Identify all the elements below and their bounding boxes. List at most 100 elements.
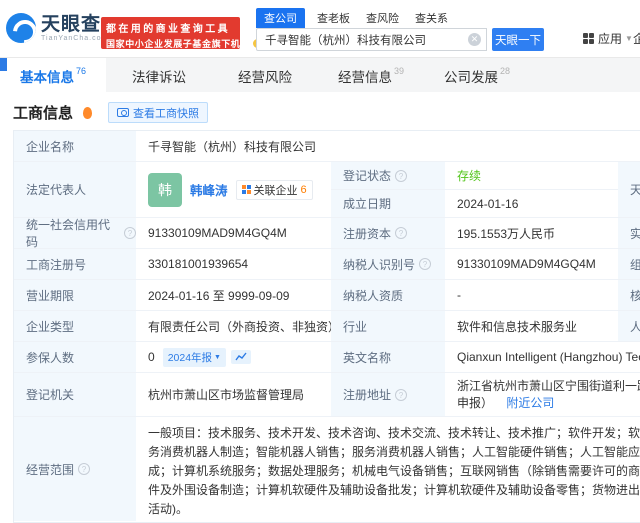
tab-legal-litigation[interactable]: 法律诉讼 xyxy=(106,58,212,93)
business-scope-value: 一般项目：技术服务、技术开发、技术咨询、技术交流、技术转让、技术推广；软件开发；… xyxy=(136,417,640,521)
table-row-company-name: 企业名称 千寻智能（杭州）科技有限公司 xyxy=(14,131,640,162)
business-scope-label: 经营范围 ? xyxy=(14,417,136,521)
clear-search-icon[interactable]: ✕ xyxy=(468,33,481,46)
org-chart-icon xyxy=(241,185,251,194)
table-row-insured-english-name: 参保人数 0 2024年报 ▼ 英文名称 Qianxun Intelligent… xyxy=(14,342,640,373)
registered-capital-text: 注册资本 xyxy=(343,226,392,241)
tab-operation-risk[interactable]: 经营风险 xyxy=(212,58,318,93)
tab-business-info[interactable]: 经营信息 39 xyxy=(318,58,424,93)
tianyancha-logo[interactable]: 天眼查 TianYanCha.com xyxy=(6,13,108,43)
establish-date-label: 成立日期 xyxy=(331,190,445,217)
search-tab-boss[interactable]: 查老板 xyxy=(317,8,350,28)
chevron-down-icon: ▼ xyxy=(625,34,633,43)
registry-authority-label: 登记机关 xyxy=(14,373,136,416)
industry-value: 软件和信息技术服务业 xyxy=(445,311,618,341)
strip-blue-marker xyxy=(0,58,7,71)
registered-address-text: 注册地址 xyxy=(343,388,392,402)
insured-count-value: 0 2024年报 ▼ xyxy=(136,342,331,372)
business-info-card: 工商信息 查看工商快照 企业名称 千寻智能（杭州）科技有限公司 法定代表人 韩 … xyxy=(0,92,640,523)
tab-basic-info[interactable]: 基本信息 76 xyxy=(0,58,106,93)
scope-line-1: 一般项目：技术服务、技术开发、技术咨询、技术交流、技术转让、技术推广；软件开发；… xyxy=(148,426,640,440)
company-type-label: 企业类型 xyxy=(14,311,136,341)
staff-size-label-clipped: 人 xyxy=(618,311,640,341)
tab-basic-info-label: 基本信息 xyxy=(19,69,74,85)
clipped-edge-text: 企 xyxy=(633,32,640,46)
search-tab-company[interactable]: 查公司 xyxy=(256,8,305,28)
banner-line2: 国家中小企业发展子基金旗下机构 xyxy=(106,39,251,49)
banner-line1: 都在用的商业查询工具 xyxy=(106,24,230,35)
view-snapshot-button[interactable]: 查看工商快照 xyxy=(108,102,209,123)
related-companies-count: 6 xyxy=(300,183,307,196)
table-row-credit-code: 统一社会信用代码 ? 91330109MAD9M4GQ4M 注册资本 ? 195… xyxy=(14,218,640,249)
question-icon[interactable]: ? xyxy=(395,227,408,239)
question-icon[interactable]: ? xyxy=(124,227,136,239)
brand-name: 天眼查 xyxy=(41,13,102,35)
nearby-companies-link[interactable]: 附近公司 xyxy=(506,396,554,410)
scope-line-3: 成；计算机系统服务；数据处理服务；机械电气设备销售；互联网销售（除销售需要许可的… xyxy=(148,464,640,478)
registered-address-value: 浙江省杭州市萧山区宁围街道利一路188号天 申报） 附近公司 xyxy=(445,373,640,416)
paid-capital-label-clipped: 实 xyxy=(618,218,640,248)
scope-line-5: 活动)。 xyxy=(148,502,188,516)
registration-number-label: 工商注册号 xyxy=(14,249,136,279)
insured-count-number: 0 xyxy=(148,350,155,364)
english-name-label: 英文名称 xyxy=(331,342,445,372)
table-row-authority-address: 登记机关 杭州市萧山区市场监督管理局 注册地址 ? 浙江省杭州市萧山区宁围街道利… xyxy=(14,373,640,417)
related-companies-badge[interactable]: 关联企业 6 xyxy=(235,179,313,200)
address-line2: 申报） xyxy=(457,395,494,410)
question-icon[interactable]: ? xyxy=(78,463,91,475)
status-badge: 存续 xyxy=(457,169,482,183)
english-name-value: Qianxun Intelligent (Hangzhou) Technolog… xyxy=(445,342,640,372)
registered-address-label: 注册地址 ? xyxy=(331,373,445,416)
registration-status-text: 登记状态 xyxy=(343,169,392,183)
legal-rep-value: 韩 韩峰涛 关联企业 6 xyxy=(136,162,331,217)
search-tab-relation[interactable]: 查关系 xyxy=(415,8,448,28)
line-chart-icon xyxy=(235,352,247,361)
camera-icon xyxy=(117,108,130,117)
insured-count-label: 参保人数 xyxy=(14,342,136,372)
table-row-business-term: 营业期限 2024-01-16 至 9999-09-09 纳税人资质 - 核 xyxy=(14,280,640,311)
chevron-down-icon: ▼ xyxy=(214,353,221,361)
registration-status-value: 存续 xyxy=(445,162,618,189)
tab-business-info-count: 39 xyxy=(393,65,404,76)
registration-status-label: 登记状态 ? xyxy=(331,162,445,189)
legal-rep-label: 法定代表人 xyxy=(14,162,136,217)
search-input[interactable] xyxy=(256,28,487,51)
industry-label: 行业 xyxy=(331,311,445,341)
legal-rep-avatar[interactable]: 韩 xyxy=(148,172,182,207)
table-row-company-type: 企业类型 有限责任公司（外商投资、非独资） 行业 软件和信息技术服务业 人 xyxy=(14,311,640,342)
taxpayer-id-value: 91330109MAD9M4GQ4M xyxy=(445,249,618,279)
tab-company-development-label: 公司发展 xyxy=(443,69,498,85)
address-line1: 浙江省杭州市萧山区宁围街道利一路188号天 xyxy=(457,378,640,393)
annual-report-link[interactable]: 2024年报 ▼ xyxy=(162,347,226,367)
search-button[interactable]: 天眼一下 xyxy=(492,28,544,51)
registry-authority-value: 杭州市萧山区市场监督管理局 xyxy=(136,373,331,416)
registration-number-value: 330181001939654 xyxy=(136,249,331,279)
business-term-value: 2024-01-16 至 9999-09-09 xyxy=(136,280,331,310)
search-tab-risk[interactable]: 查风险 xyxy=(366,8,399,28)
trend-chart-button[interactable] xyxy=(230,350,251,364)
question-icon[interactable]: ? xyxy=(419,258,432,270)
tab-company-development-count: 28 xyxy=(499,65,510,76)
taxpayer-qualification-value: - xyxy=(445,280,618,310)
legal-rep-name-link[interactable]: 韩峰涛 xyxy=(190,180,228,199)
promo-banner: 都在用的商业查询工具 国家中小企业发展子基金旗下机构 xyxy=(101,17,263,49)
company-name-value: 千寻智能（杭州）科技有限公司 xyxy=(136,131,640,161)
table-row-business-scope: 经营范围 ? 一般项目：技术服务、技术开发、技术咨询、技术交流、技术转让、技术推… xyxy=(14,417,640,522)
question-icon[interactable]: ? xyxy=(395,169,408,182)
business-scope-text: 经营范围 xyxy=(26,462,75,477)
table-row-registration-number: 工商注册号 330181001939654 纳税人识别号 ? 91330109M… xyxy=(14,249,640,280)
question-icon[interactable]: ? xyxy=(395,388,408,401)
related-companies-label: 关联企业 xyxy=(253,184,298,197)
taxpayer-id-label: 纳税人识别号 ? xyxy=(331,249,445,279)
company-nav-tabs: 基本信息 76 法律诉讼 经营风险 经营信息 39 公司发展 28 xyxy=(0,57,640,93)
search-tabs: 查公司 查老板 查风险 查关系 xyxy=(256,8,544,28)
taxpayer-id-text: 纳税人识别号 xyxy=(343,257,416,272)
tab-company-development[interactable]: 公司发展 28 xyxy=(424,58,530,93)
apps-label: 应用 xyxy=(598,32,623,46)
tab-operation-risk-label: 经营风险 xyxy=(238,69,292,85)
apps-grid-icon xyxy=(583,33,594,44)
registered-capital-label: 注册资本 ? xyxy=(331,218,445,248)
apps-menu[interactable]: 应用 ▼ xyxy=(583,30,633,47)
scope-line-2: 务消费机器人制造；智能机器人销售；服务消费机器人销售；人工智能硬件销售；人工智能… xyxy=(148,445,640,459)
brand-domain: TianYanCha.com xyxy=(41,34,109,42)
